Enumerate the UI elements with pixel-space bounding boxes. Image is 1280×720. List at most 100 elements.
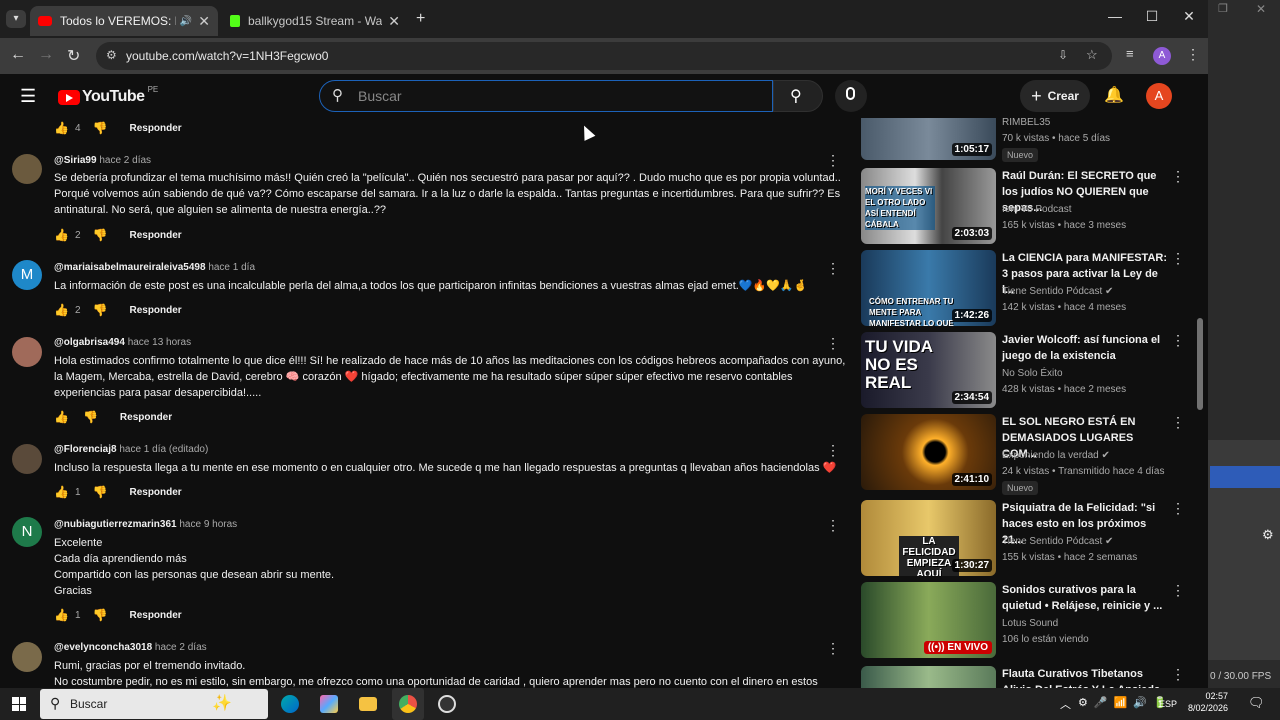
- dislike-icon[interactable]: 👎: [93, 228, 108, 242]
- reply-button[interactable]: Responder: [129, 230, 181, 241]
- channel-name[interactable]: Exponiendo la verdad ✔: [1002, 450, 1110, 461]
- video-thumbnail[interactable]: 2:41:10: [861, 414, 996, 490]
- avatar[interactable]: N: [12, 517, 42, 547]
- comment-author[interactable]: @mariaisabelmaureiraleiva5498: [54, 262, 206, 273]
- forward-icon[interactable]: →: [38, 46, 54, 64]
- copilot-icon[interactable]: [320, 695, 338, 713]
- reading-list-icon[interactable]: ≡: [1126, 46, 1134, 61]
- account-avatar[interactable]: A: [1146, 83, 1172, 109]
- like-icon[interactable]: 👍: [54, 410, 69, 424]
- windows-start-icon[interactable]: [12, 697, 26, 711]
- reply-button[interactable]: Responder: [129, 610, 181, 621]
- comment-time[interactable]: hace 9 horas: [179, 519, 237, 530]
- browser-menu-icon[interactable]: ⋮: [1186, 46, 1200, 63]
- search-input[interactable]: Buscar: [358, 88, 402, 104]
- comment-author[interactable]: @Siria99: [54, 155, 97, 166]
- scrollbar-thumb[interactable]: [1197, 318, 1203, 410]
- search-button[interactable]: ⚲: [773, 80, 823, 112]
- video-thumbnail[interactable]: 1:05:17: [861, 118, 996, 160]
- youtube-logo[interactable]: YouTube PE: [58, 85, 158, 106]
- like-icon[interactable]: 👍: [54, 303, 69, 317]
- tray-chevron-icon[interactable]: ︿: [1060, 696, 1071, 712]
- channel-name[interactable]: Lotus Sound: [1002, 618, 1058, 629]
- comment-time[interactable]: hace 2 días: [99, 155, 151, 166]
- video-thumbnail[interactable]: TU VIDA NO ES REAL 2:34:54: [861, 332, 996, 408]
- comment-menu-icon[interactable]: ⋮: [826, 152, 840, 169]
- video-menu-icon[interactable]: ⋮: [1171, 168, 1185, 185]
- install-icon[interactable]: ⇩: [1058, 48, 1068, 62]
- comment-author[interactable]: @olgabrisa494: [54, 337, 125, 348]
- file-explorer-icon[interactable]: [359, 697, 377, 711]
- site-info-icon[interactable]: ⚙: [106, 48, 117, 62]
- close-tab-icon[interactable]: ✕: [388, 13, 400, 30]
- like-icon[interactable]: 👍: [54, 608, 69, 622]
- hamburger-menu-icon[interactable]: ☰: [20, 86, 36, 107]
- minimize-icon[interactable]: —: [1100, 8, 1130, 24]
- comment-menu-icon[interactable]: ⋮: [826, 260, 840, 277]
- avatar[interactable]: [12, 337, 42, 367]
- tab-list-button[interactable]: ▾: [6, 10, 26, 28]
- comment-time[interactable]: hace 13 horas: [128, 337, 191, 348]
- page-scrollbar[interactable]: [1196, 118, 1204, 688]
- language-indicator[interactable]: ESP: [1159, 699, 1177, 709]
- close-icon[interactable]: ✕: [1256, 2, 1266, 16]
- reply-button[interactable]: Responder: [129, 487, 181, 498]
- comment-time[interactable]: hace 2 días: [155, 642, 207, 653]
- video-thumbnail[interactable]: ((•)) EN VIVO: [861, 582, 996, 658]
- channel-name[interactable]: Tiene Sentido Pódcast ✔: [1002, 286, 1113, 297]
- dislike-icon[interactable]: 👎: [93, 303, 108, 317]
- taskbar-search[interactable]: ⚲ Buscar ✨: [40, 689, 268, 719]
- video-title[interactable]: Javier Wolcoff: así funciona el juego de…: [1002, 332, 1170, 364]
- video-menu-icon[interactable]: ⋮: [1171, 666, 1185, 683]
- channel-name[interactable]: RIMBEL35: [1002, 118, 1050, 128]
- comment-time[interactable]: hace 1 día: [208, 262, 255, 273]
- channel-name[interactable]: Tiene Sentido Pódcast ✔: [1002, 536, 1113, 547]
- video-thumbnail[interactable]: MORÍ Y VECES VI EL OTRO LADO ASÍ ENTENDÍ…: [861, 168, 996, 244]
- back-icon[interactable]: ←: [10, 46, 26, 64]
- channel-name[interactable]: Ioni Vo Podcast: [1002, 204, 1072, 215]
- settings-gear-icon[interactable]: ⚙: [1262, 527, 1274, 543]
- dislike-icon[interactable]: 👎: [83, 410, 98, 424]
- create-button[interactable]: + Crear: [1020, 80, 1090, 112]
- avatar[interactable]: [12, 154, 42, 184]
- maximize-icon[interactable]: ☐: [1137, 8, 1167, 25]
- bookmark-star-icon[interactable]: ☆: [1086, 47, 1098, 63]
- dislike-icon[interactable]: 👎: [93, 121, 108, 135]
- comment-author[interactable]: @evelynconcha3018: [54, 642, 152, 653]
- video-thumbnail[interactable]: [861, 666, 996, 688]
- comment-time[interactable]: hace 1 día (editado): [119, 444, 208, 455]
- tab-kick[interactable]: ballkygod15 Stream - Watch Liv ✕: [222, 6, 408, 36]
- new-tab-button[interactable]: +: [416, 10, 425, 28]
- video-menu-icon[interactable]: ⋮: [1171, 414, 1185, 431]
- like-icon[interactable]: 👍: [54, 121, 69, 135]
- close-tab-icon[interactable]: ✕: [198, 13, 210, 30]
- reload-icon[interactable]: ↻: [67, 46, 80, 66]
- reply-button[interactable]: Responder: [120, 412, 172, 423]
- video-menu-icon[interactable]: ⋮: [1171, 582, 1185, 599]
- comment-menu-icon[interactable]: ⋮: [826, 335, 840, 352]
- close-window-icon[interactable]: ✕: [1174, 8, 1204, 25]
- address-bar[interactable]: ⚙ youtube.com/watch?v=1NH3Fegcwo0 ⇩ ☆: [96, 42, 1112, 70]
- restore-icon[interactable]: ❐: [1218, 2, 1228, 15]
- like-icon[interactable]: 👍: [54, 485, 69, 499]
- tab-youtube[interactable]: Todos lo VEREMOS: Está ESC 🔊 ✕: [30, 6, 218, 36]
- channel-name[interactable]: No Solo Éxito: [1002, 368, 1063, 379]
- video-menu-icon[interactable]: ⋮: [1171, 332, 1185, 349]
- comment-menu-icon[interactable]: ⋮: [826, 517, 840, 534]
- comment-menu-icon[interactable]: ⋮: [826, 442, 840, 459]
- avatar[interactable]: M: [12, 260, 42, 290]
- clock[interactable]: 02:57 8/02/2026: [1188, 690, 1228, 714]
- selected-row[interactable]: [1210, 466, 1280, 488]
- obs-icon[interactable]: [438, 695, 456, 713]
- video-title[interactable]: Sonidos curativos para la quietud • Relá…: [1002, 582, 1170, 614]
- avatar[interactable]: [12, 642, 42, 672]
- edge-icon[interactable]: [281, 695, 299, 713]
- profile-avatar[interactable]: A: [1153, 47, 1171, 65]
- avatar[interactable]: [12, 444, 42, 474]
- comment-author[interactable]: @Florenciaj8: [54, 444, 117, 455]
- like-icon[interactable]: 👍: [54, 228, 69, 242]
- comment-menu-icon[interactable]: ⋮: [826, 640, 840, 657]
- search-box[interactable]: ⚲ Buscar: [319, 80, 773, 112]
- video-thumbnail[interactable]: LA FELICIDAD EMPIEZA AQUÍ 1:30:27: [861, 500, 996, 576]
- voice-search-button[interactable]: [835, 80, 867, 112]
